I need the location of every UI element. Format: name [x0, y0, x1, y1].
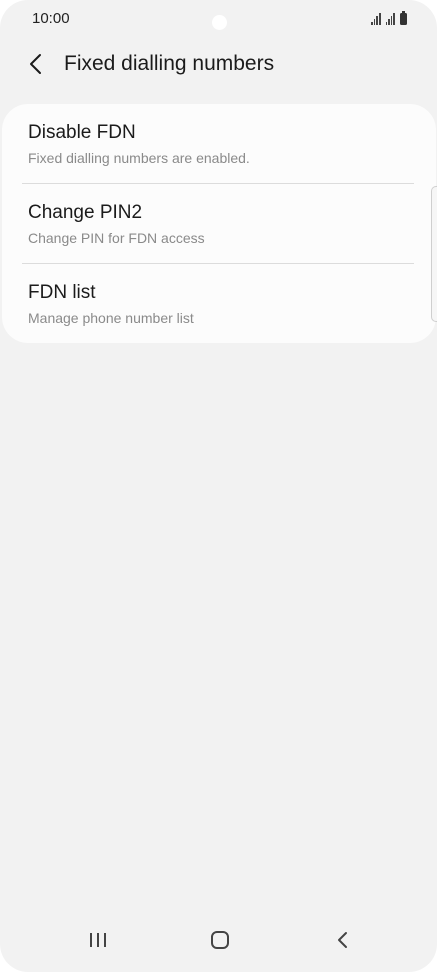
settings-list: Disable FDN Fixed dialling numbers are e… [2, 104, 436, 343]
item-title: Disable FDN [28, 122, 136, 143]
item-subtitle: Fixed dialling numbers are enabled. [28, 150, 250, 166]
signal-icon [371, 13, 381, 25]
nav-back-icon [338, 932, 347, 948]
front-camera [212, 15, 227, 30]
list-item-disable-fdn[interactable]: Disable FDN Fixed dialling numbers are e… [2, 104, 436, 184]
home-icon [211, 931, 229, 949]
battery-icon [400, 11, 407, 25]
item-subtitle: Change PIN for FDN access [28, 230, 205, 246]
header: Fixed dialling numbers [0, 44, 437, 84]
list-item-fdn-list[interactable]: FDN list Manage phone number list [2, 264, 436, 344]
phone-screen: 10:00 Fixed dialling numbers Disable FDN… [0, 0, 437, 972]
home-button[interactable] [200, 920, 240, 960]
page-title: Fixed dialling numbers [64, 52, 275, 75]
recent-apps-button[interactable] [78, 920, 118, 960]
status-icons [371, 11, 407, 25]
signal-icon [385, 13, 395, 25]
list-item-change-pin2[interactable]: Change PIN2 Change PIN for FDN access [2, 184, 436, 264]
item-subtitle: Manage phone number list [28, 310, 194, 326]
nav-back-button[interactable] [323, 920, 363, 960]
back-button[interactable] [20, 48, 52, 80]
item-title: FDN list [28, 282, 96, 303]
status-time: 10:00 [32, 10, 70, 27]
item-title: Change PIN2 [28, 202, 143, 223]
status-bar: 10:00 [0, 0, 437, 38]
scroll-indicator[interactable] [431, 186, 437, 322]
navigation-bar [0, 910, 437, 972]
recent-apps-icon [90, 933, 106, 947]
chevron-left-icon [30, 54, 41, 74]
